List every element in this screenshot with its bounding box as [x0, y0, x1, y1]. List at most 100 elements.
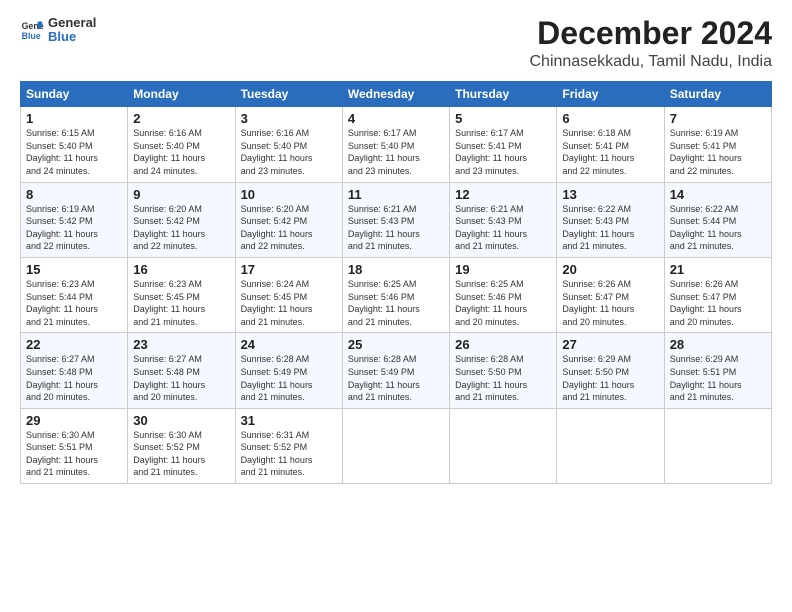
day-number: 6 — [562, 111, 658, 126]
calendar-body: 1Sunrise: 6:15 AM Sunset: 5:40 PM Daylig… — [21, 107, 772, 484]
day-number: 25 — [348, 337, 444, 352]
header-tuesday: Tuesday — [235, 82, 342, 107]
logo-general-text: General — [48, 16, 96, 30]
header-wednesday: Wednesday — [342, 82, 449, 107]
cell-info: Sunrise: 6:30 AM Sunset: 5:52 PM Dayligh… — [133, 429, 229, 479]
cell-info: Sunrise: 6:31 AM Sunset: 5:52 PM Dayligh… — [241, 429, 337, 479]
calendar-cell: 19Sunrise: 6:25 AM Sunset: 5:46 PM Dayli… — [450, 257, 557, 332]
cell-info: Sunrise: 6:28 AM Sunset: 5:49 PM Dayligh… — [241, 353, 337, 403]
day-number: 8 — [26, 187, 122, 202]
location-title: Chinnasekkadu, Tamil Nadu, India — [529, 53, 772, 71]
logo-blue-text: Blue — [48, 30, 96, 44]
cell-info: Sunrise: 6:22 AM Sunset: 5:44 PM Dayligh… — [670, 203, 766, 253]
week-row-2: 8Sunrise: 6:19 AM Sunset: 5:42 PM Daylig… — [21, 182, 772, 257]
cell-info: Sunrise: 6:28 AM Sunset: 5:50 PM Dayligh… — [455, 353, 551, 403]
calendar-cell: 28Sunrise: 6:29 AM Sunset: 5:51 PM Dayli… — [664, 333, 771, 408]
cell-info: Sunrise: 6:27 AM Sunset: 5:48 PM Dayligh… — [26, 353, 122, 403]
day-number: 9 — [133, 187, 229, 202]
day-number: 24 — [241, 337, 337, 352]
header-sunday: Sunday — [21, 82, 128, 107]
logo-icon: General Blue — [20, 18, 44, 42]
day-number: 27 — [562, 337, 658, 352]
week-row-1: 1Sunrise: 6:15 AM Sunset: 5:40 PM Daylig… — [21, 107, 772, 182]
cell-info: Sunrise: 6:20 AM Sunset: 5:42 PM Dayligh… — [133, 203, 229, 253]
day-number: 12 — [455, 187, 551, 202]
day-number: 7 — [670, 111, 766, 126]
day-number: 19 — [455, 262, 551, 277]
header-monday: Monday — [128, 82, 235, 107]
calendar-cell: 16Sunrise: 6:23 AM Sunset: 5:45 PM Dayli… — [128, 257, 235, 332]
calendar-cell: 7Sunrise: 6:19 AM Sunset: 5:41 PM Daylig… — [664, 107, 771, 182]
calendar-cell: 8Sunrise: 6:19 AM Sunset: 5:42 PM Daylig… — [21, 182, 128, 257]
day-number: 11 — [348, 187, 444, 202]
day-number: 31 — [241, 413, 337, 428]
calendar-cell: 4Sunrise: 6:17 AM Sunset: 5:40 PM Daylig… — [342, 107, 449, 182]
month-title: December 2024 — [529, 16, 772, 51]
cell-info: Sunrise: 6:19 AM Sunset: 5:42 PM Dayligh… — [26, 203, 122, 253]
calendar-cell: 25Sunrise: 6:28 AM Sunset: 5:49 PM Dayli… — [342, 333, 449, 408]
day-number: 4 — [348, 111, 444, 126]
cell-info: Sunrise: 6:16 AM Sunset: 5:40 PM Dayligh… — [241, 127, 337, 177]
empty-cell — [450, 408, 557, 483]
calendar-cell: 29Sunrise: 6:30 AM Sunset: 5:51 PM Dayli… — [21, 408, 128, 483]
cell-info: Sunrise: 6:24 AM Sunset: 5:45 PM Dayligh… — [241, 278, 337, 328]
day-number: 20 — [562, 262, 658, 277]
week-row-4: 22Sunrise: 6:27 AM Sunset: 5:48 PM Dayli… — [21, 333, 772, 408]
calendar-cell: 15Sunrise: 6:23 AM Sunset: 5:44 PM Dayli… — [21, 257, 128, 332]
cell-info: Sunrise: 6:17 AM Sunset: 5:41 PM Dayligh… — [455, 127, 551, 177]
calendar-cell: 10Sunrise: 6:20 AM Sunset: 5:42 PM Dayli… — [235, 182, 342, 257]
calendar-cell: 2Sunrise: 6:16 AM Sunset: 5:40 PM Daylig… — [128, 107, 235, 182]
cell-info: Sunrise: 6:26 AM Sunset: 5:47 PM Dayligh… — [670, 278, 766, 328]
cell-info: Sunrise: 6:20 AM Sunset: 5:42 PM Dayligh… — [241, 203, 337, 253]
calendar-cell: 24Sunrise: 6:28 AM Sunset: 5:49 PM Dayli… — [235, 333, 342, 408]
cell-info: Sunrise: 6:29 AM Sunset: 5:51 PM Dayligh… — [670, 353, 766, 403]
day-number: 5 — [455, 111, 551, 126]
logo: General Blue General Blue — [20, 16, 96, 45]
cell-info: Sunrise: 6:19 AM Sunset: 5:41 PM Dayligh… — [670, 127, 766, 177]
cell-info: Sunrise: 6:25 AM Sunset: 5:46 PM Dayligh… — [348, 278, 444, 328]
week-row-5: 29Sunrise: 6:30 AM Sunset: 5:51 PM Dayli… — [21, 408, 772, 483]
page: General Blue General Blue December 2024 … — [0, 0, 792, 612]
calendar-cell: 30Sunrise: 6:30 AM Sunset: 5:52 PM Dayli… — [128, 408, 235, 483]
calendar-cell: 5Sunrise: 6:17 AM Sunset: 5:41 PM Daylig… — [450, 107, 557, 182]
cell-info: Sunrise: 6:23 AM Sunset: 5:44 PM Dayligh… — [26, 278, 122, 328]
cell-info: Sunrise: 6:18 AM Sunset: 5:41 PM Dayligh… — [562, 127, 658, 177]
empty-cell — [342, 408, 449, 483]
calendar-cell: 17Sunrise: 6:24 AM Sunset: 5:45 PM Dayli… — [235, 257, 342, 332]
cell-info: Sunrise: 6:21 AM Sunset: 5:43 PM Dayligh… — [348, 203, 444, 253]
header-friday: Friday — [557, 82, 664, 107]
calendar-cell: 12Sunrise: 6:21 AM Sunset: 5:43 PM Dayli… — [450, 182, 557, 257]
empty-cell — [557, 408, 664, 483]
header-saturday: Saturday — [664, 82, 771, 107]
cell-info: Sunrise: 6:27 AM Sunset: 5:48 PM Dayligh… — [133, 353, 229, 403]
day-number: 3 — [241, 111, 337, 126]
day-number: 1 — [26, 111, 122, 126]
cell-info: Sunrise: 6:29 AM Sunset: 5:50 PM Dayligh… — [562, 353, 658, 403]
week-row-3: 15Sunrise: 6:23 AM Sunset: 5:44 PM Dayli… — [21, 257, 772, 332]
calendar-cell: 20Sunrise: 6:26 AM Sunset: 5:47 PM Dayli… — [557, 257, 664, 332]
calendar-cell: 21Sunrise: 6:26 AM Sunset: 5:47 PM Dayli… — [664, 257, 771, 332]
calendar-cell: 27Sunrise: 6:29 AM Sunset: 5:50 PM Dayli… — [557, 333, 664, 408]
cell-info: Sunrise: 6:23 AM Sunset: 5:45 PM Dayligh… — [133, 278, 229, 328]
day-number: 28 — [670, 337, 766, 352]
day-number: 29 — [26, 413, 122, 428]
calendar-cell: 18Sunrise: 6:25 AM Sunset: 5:46 PM Dayli… — [342, 257, 449, 332]
cell-info: Sunrise: 6:21 AM Sunset: 5:43 PM Dayligh… — [455, 203, 551, 253]
cell-info: Sunrise: 6:22 AM Sunset: 5:43 PM Dayligh… — [562, 203, 658, 253]
cell-info: Sunrise: 6:17 AM Sunset: 5:40 PM Dayligh… — [348, 127, 444, 177]
header-thursday: Thursday — [450, 82, 557, 107]
day-number: 2 — [133, 111, 229, 126]
day-number: 21 — [670, 262, 766, 277]
calendar-cell: 22Sunrise: 6:27 AM Sunset: 5:48 PM Dayli… — [21, 333, 128, 408]
day-number: 17 — [241, 262, 337, 277]
header: General Blue General Blue December 2024 … — [20, 16, 772, 71]
cell-info: Sunrise: 6:28 AM Sunset: 5:49 PM Dayligh… — [348, 353, 444, 403]
day-number: 18 — [348, 262, 444, 277]
calendar-cell: 13Sunrise: 6:22 AM Sunset: 5:43 PM Dayli… — [557, 182, 664, 257]
title-area: December 2024 Chinnasekkadu, Tamil Nadu,… — [529, 16, 772, 71]
day-number: 30 — [133, 413, 229, 428]
svg-text:Blue: Blue — [22, 31, 41, 41]
header-row: SundayMondayTuesdayWednesdayThursdayFrid… — [21, 82, 772, 107]
day-number: 15 — [26, 262, 122, 277]
calendar-header: SundayMondayTuesdayWednesdayThursdayFrid… — [21, 82, 772, 107]
